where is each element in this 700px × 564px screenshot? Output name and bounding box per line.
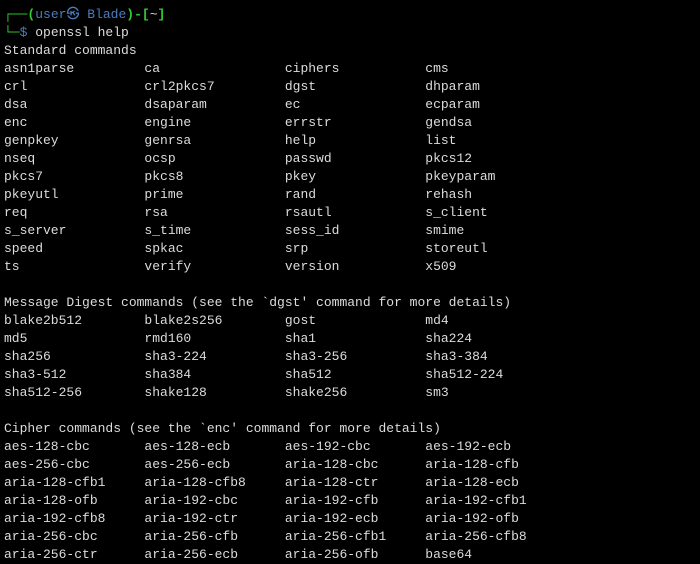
prompt-br-close: ]: [158, 7, 166, 22]
terminal[interactable]: ┌──(user㉿ Blade)-[~]└─$ openssl helpStan…: [4, 6, 696, 564]
digest-commands-row: sha3-512 sha384 sha512 sha512-224: [4, 366, 696, 384]
cipher-commands-row: aes-256-cbc aes-256-ecb aria-128-cbc ari…: [4, 456, 696, 474]
cipher-commands-row: aria-128-cfb1 aria-128-cfb8 aria-128-ctr…: [4, 474, 696, 492]
digest-commands-row: sha512-256 shake128 shake256 sm3: [4, 384, 696, 402]
digest-commands-header: Message Digest commands (see the `dgst' …: [4, 294, 696, 312]
prompt-line-1: ┌──(user㉿ Blade)-[~]: [4, 6, 696, 24]
prompt-glyph: ㉿: [66, 7, 87, 22]
prompt-dollar: $: [20, 25, 36, 40]
standard-commands-row: dsa dsaparam ec ecparam: [4, 96, 696, 114]
cipher-commands-row: aria-256-ctr aria-256-ecb aria-256-ofb b…: [4, 546, 696, 564]
blank-line: [4, 276, 696, 294]
cipher-commands-row: aes-128-cbc aes-128-ecb aes-192-cbc aes-…: [4, 438, 696, 456]
standard-commands-header: Standard commands: [4, 42, 696, 60]
prompt-open: ┌──(: [4, 7, 35, 22]
standard-commands-row: enc engine errstr gendsa: [4, 114, 696, 132]
standard-commands-row: crl crl2pkcs7 dgst dhparam: [4, 78, 696, 96]
standard-commands-row: pkeyutl prime rand rehash: [4, 186, 696, 204]
standard-commands-row: s_server s_time sess_id smime: [4, 222, 696, 240]
prompt-command: openssl help: [35, 25, 129, 40]
standard-commands-row: req rsa rsautl s_client: [4, 204, 696, 222]
cipher-commands-row: aria-256-cbc aria-256-cfb aria-256-cfb1 …: [4, 528, 696, 546]
prompt-second-prefix: └─: [4, 25, 20, 40]
blank-line: [4, 402, 696, 420]
cipher-commands-header: Cipher commands (see the `enc' command f…: [4, 420, 696, 438]
standard-commands-row: pkcs7 pkcs8 pkey pkeyparam: [4, 168, 696, 186]
standard-commands-row: nseq ocsp passwd pkcs12: [4, 150, 696, 168]
standard-commands-row: ts verify version x509: [4, 258, 696, 276]
prompt-dash: -: [134, 7, 142, 22]
prompt-line-2: └─$ openssl help: [4, 24, 696, 42]
digest-commands-row: md5 rmd160 sha1 sha224: [4, 330, 696, 348]
standard-commands-row: genpkey genrsa help list: [4, 132, 696, 150]
cipher-commands-row: aria-128-ofb aria-192-cbc aria-192-cfb a…: [4, 492, 696, 510]
cipher-commands-row: aria-192-cfb8 aria-192-ctr aria-192-ecb …: [4, 510, 696, 528]
digest-commands-row: blake2b512 blake2s256 gost md4: [4, 312, 696, 330]
digest-commands-row: sha256 sha3-224 sha3-256 sha3-384: [4, 348, 696, 366]
prompt-host: Blade: [87, 7, 126, 22]
standard-commands-row: speed spkac srp storeutl: [4, 240, 696, 258]
prompt-cwd: ~: [150, 7, 158, 22]
standard-commands-row: asn1parse ca ciphers cms: [4, 60, 696, 78]
prompt-close-user: ): [126, 7, 134, 22]
prompt-br-open: [: [142, 7, 150, 22]
prompt-user: user: [35, 7, 66, 22]
